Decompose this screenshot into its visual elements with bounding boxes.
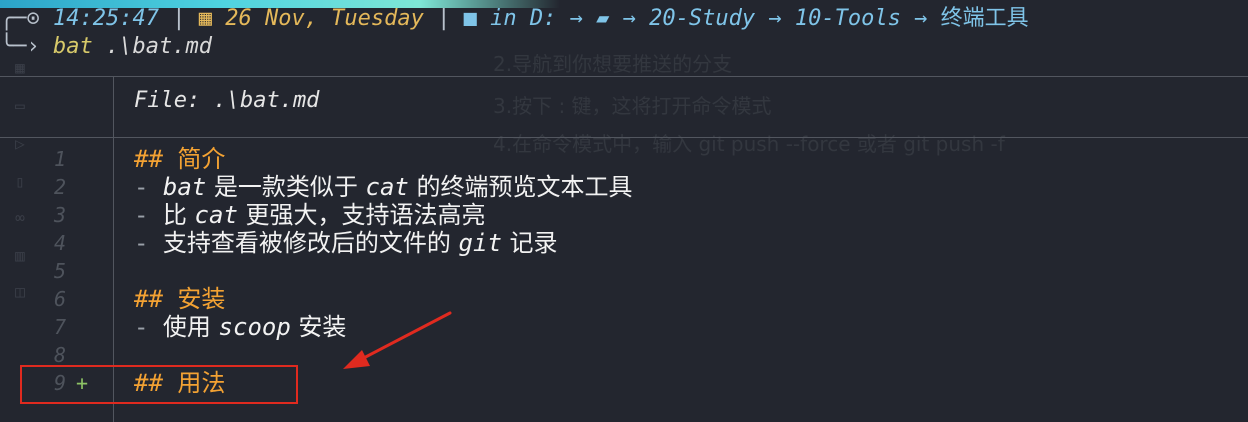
annotation-arrow xyxy=(343,311,452,369)
